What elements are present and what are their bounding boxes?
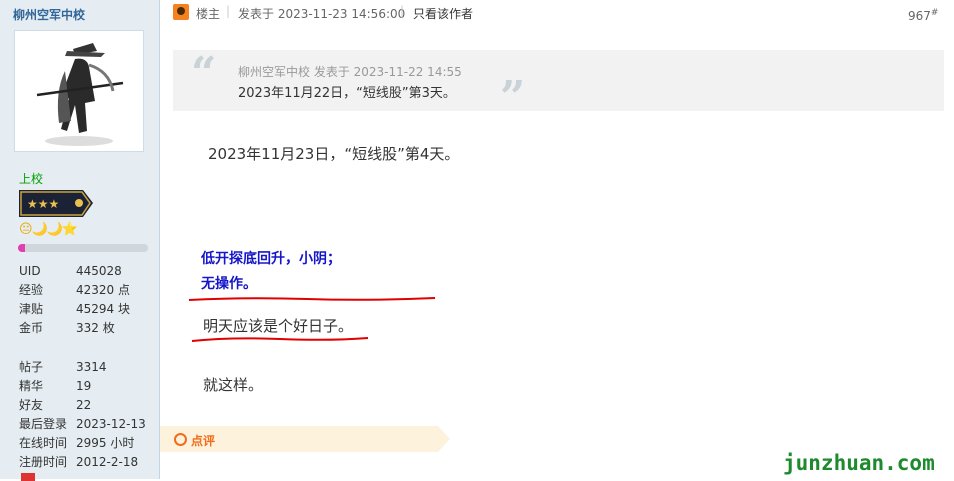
stat-row: UID 445028 xyxy=(19,262,154,281)
owner-label: 楼主 xyxy=(196,7,221,21)
quote-meta: 柳州空军中校 发表于 2023-11-22 14:55 xyxy=(238,65,462,79)
stat-value[interactable]: 2995 小时 xyxy=(76,434,134,453)
highlight-line: 低开探底回升，小阴； xyxy=(201,251,341,267)
thread-owner-icon xyxy=(173,4,189,20)
medal-icons: 😐🌙🌙⭐ xyxy=(19,222,78,237)
post-header: 楼主 | 发表于 2023-11-23 14:56:00 | 只看该作者 967… xyxy=(160,0,954,28)
highlight-line: 无操作。 xyxy=(201,276,257,292)
stat-value[interactable]: 445028 xyxy=(76,262,122,281)
stat-label: 津贴 xyxy=(19,302,44,316)
stat-row: 津贴 45294 块 xyxy=(19,300,154,319)
svg-text:★★★: ★★★ xyxy=(27,197,59,211)
stat-value[interactable]: 22 xyxy=(76,396,91,415)
stat-label: 最后登录 xyxy=(19,417,68,431)
separator: | xyxy=(226,4,231,18)
quote-open-icon: “ xyxy=(191,48,217,99)
stat-row: 最后登录 2023-12-13 xyxy=(19,415,154,434)
floor-number[interactable]: 967# xyxy=(908,8,938,23)
stat-row: 金币 332 枚 xyxy=(19,319,154,338)
stat-value[interactable]: 42320 点 xyxy=(76,281,130,300)
handdrawn-underline xyxy=(191,337,369,342)
stat-row: 经验 42320 点 xyxy=(19,281,154,300)
post-line: 明天应该是个好日子。 xyxy=(203,317,354,335)
stat-row: 注册时间 2012-2-18 xyxy=(19,453,154,472)
quote-block: “ 柳州空军中校 发表于 2023-11-22 14:55 2023年11月22… xyxy=(173,48,944,123)
stat-row: 在线时间 2995 小时 xyxy=(19,434,154,453)
stat-label: 经验 xyxy=(19,283,44,297)
stat-row: 精华 19 xyxy=(19,377,154,396)
stat-value[interactable]: 45294 块 xyxy=(76,300,130,319)
avatar-image xyxy=(36,43,124,146)
handdrawn-underline xyxy=(188,297,436,301)
stat-value[interactable]: 2012-2-18 xyxy=(76,453,138,472)
floor-value: 967 xyxy=(908,9,931,23)
stat-value[interactable]: 332 枚 xyxy=(76,319,115,338)
comment-section-header[interactable]: 点评 xyxy=(160,426,450,452)
stat-row: 好友 22 xyxy=(19,396,154,415)
author-only-link[interactable]: 只看该作者 xyxy=(413,5,473,22)
stat-label: 帖子 xyxy=(19,360,44,374)
stat-label: 好友 xyxy=(19,398,44,412)
stat-label: 金币 xyxy=(19,321,44,335)
user-sidebar: 柳州空军中校 上校 ★★★ 😐🌙🌙⭐ UID 445028 经验 42320 点津贴 4… xyxy=(0,0,160,481)
stat-value[interactable]: 3314 xyxy=(76,358,107,377)
quote-text: 2023年11月22日，“短线股”第3天。 xyxy=(238,86,456,101)
level-progress-fill xyxy=(18,244,25,252)
rank-label: 上校 xyxy=(19,172,44,186)
site-watermark: junzhuan.com xyxy=(783,451,935,475)
post-line: 就这样。 xyxy=(203,376,264,394)
rank-badge-icon: ★★★ xyxy=(19,190,93,217)
stat-label: 在线时间 xyxy=(19,436,68,450)
stat-value[interactable]: 19 xyxy=(76,377,91,396)
comment-icon xyxy=(174,433,187,446)
stat-value[interactable]: 2023-12-13 xyxy=(76,415,146,434)
stat-label: 精华 xyxy=(19,379,44,393)
level-progress-bar xyxy=(18,244,148,252)
stat-label: 注册时间 xyxy=(19,455,68,469)
flag-icon xyxy=(21,473,35,481)
username-link[interactable]: 柳州空军中校 xyxy=(13,6,85,23)
post-timestamp: 发表于 2023-11-23 14:56:00 xyxy=(238,7,406,21)
stat-row: 帖子 3314 xyxy=(19,358,154,377)
quote-close-icon: ” xyxy=(500,72,526,123)
separator: | xyxy=(400,4,405,18)
comment-label: 点评 xyxy=(191,434,216,448)
floor-suffix: # xyxy=(930,8,939,18)
stat-label: UID xyxy=(19,264,41,278)
user-stats: UID 445028 经验 42320 点津贴 45294 块金币 332 枚 帖子 331… xyxy=(19,262,154,472)
post-line: 2023年11月23日，“短线股”第4天。 xyxy=(208,145,460,163)
avatar[interactable] xyxy=(14,30,144,152)
